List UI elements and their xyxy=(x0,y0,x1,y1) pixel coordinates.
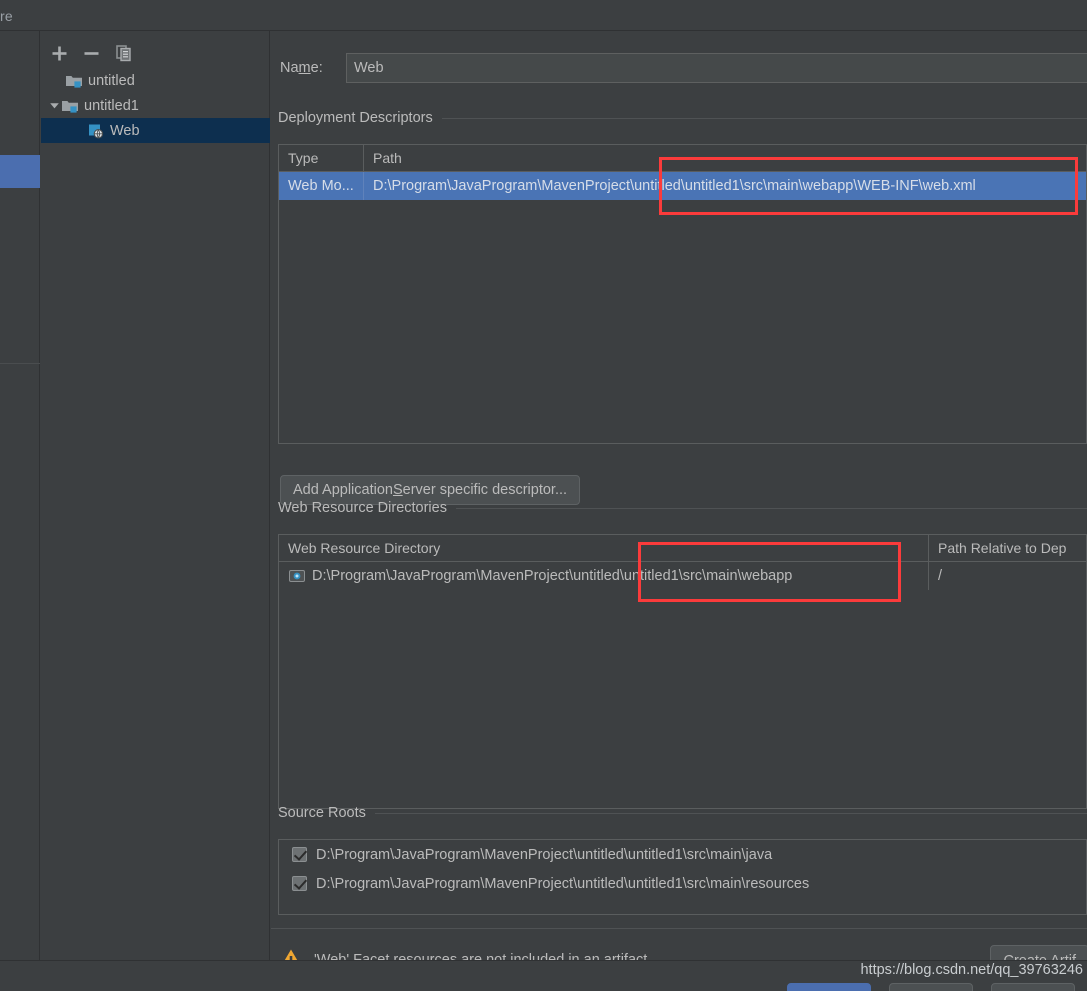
source-root-path: D:\Program\JavaProgram\MavenProject\unti… xyxy=(316,846,773,863)
watermark-url: https://blog.csdn.net/qq_39763246 xyxy=(860,962,1083,978)
facet-name-label: Name: xyxy=(280,60,323,76)
tree-item-web[interactable]: Web xyxy=(41,118,270,143)
group-title-text: Source Roots xyxy=(278,805,366,821)
cell-web-resource-directory: D:\Program\JavaProgram\MavenProject\unti… xyxy=(279,562,929,590)
facets-tree-panel: untitled untitled1 Web xyxy=(41,31,270,991)
tree-item-label: Web xyxy=(110,122,140,139)
column-header-type[interactable]: Type xyxy=(279,145,364,171)
project-structure-dialog: re untitled untitled1 Web Name: Web Depl… xyxy=(0,0,1087,991)
web-resource-directories-table[interactable]: Web Resource Directory Path Relative to … xyxy=(278,534,1087,809)
dialog-titlebar: re xyxy=(0,0,1087,31)
module-folder-icon xyxy=(61,97,79,115)
group-title-rule xyxy=(374,812,1087,814)
group-title-text: Deployment Descriptors xyxy=(278,110,433,126)
chevron-down-icon[interactable] xyxy=(47,93,61,118)
sidebar-selected-item[interactable] xyxy=(0,155,40,188)
facets-tree[interactable]: untitled untitled1 Web xyxy=(41,68,270,143)
minus-icon xyxy=(84,51,98,55)
table-row[interactable]: Web Mo... D:\Program\JavaProgram\MavenPr… xyxy=(279,172,1086,200)
source-root-row[interactable]: D:\Program\JavaProgram\MavenProject\unti… xyxy=(279,869,1086,898)
table-header: Web Resource Directory Path Relative to … xyxy=(279,535,1086,562)
table-header: Type Path xyxy=(279,145,1086,172)
copy-icon xyxy=(116,45,131,62)
source-root-checkbox[interactable] xyxy=(292,876,307,891)
facet-name-row: Name: xyxy=(280,52,1087,84)
cell-type: Web Mo... xyxy=(279,172,364,200)
plus-icon xyxy=(52,46,66,60)
dialog-title-fragment: re xyxy=(0,8,13,24)
source-roots-list[interactable]: D:\Program\JavaProgram\MavenProject\unti… xyxy=(278,839,1087,915)
remove-facet-button[interactable] xyxy=(79,41,103,65)
source-root-checkbox[interactable] xyxy=(292,847,307,862)
ok-button[interactable]: OK xyxy=(787,983,871,991)
web-facet-icon xyxy=(87,122,105,140)
source-root-path: D:\Program\JavaProgram\MavenProject\unti… xyxy=(316,875,810,892)
deployment-descriptors-group-title: Deployment Descriptors xyxy=(278,110,1087,126)
column-header-path[interactable]: Path xyxy=(364,145,1086,171)
source-root-row[interactable]: D:\Program\JavaProgram\MavenProject\unti… xyxy=(279,840,1086,869)
group-title-rule xyxy=(441,117,1087,119)
cell-text: D:\Program\JavaProgram\MavenProject\unti… xyxy=(312,568,793,584)
dialog-action-buttons: OK Cancel Apply xyxy=(787,983,1075,991)
tree-item-label: untitled xyxy=(88,72,135,89)
deployment-descriptors-table[interactable]: Type Path Web Mo... D:\Program\JavaProgr… xyxy=(278,144,1087,444)
column-header-path-relative-to-deployment-root[interactable]: Path Relative to Dep xyxy=(929,535,1086,561)
dialog-footer: https://blog.csdn.net/qq_39763246 OK Can… xyxy=(0,960,1087,991)
cell-path: D:\Program\JavaProgram\MavenProject\unti… xyxy=(373,178,976,194)
web-resource-folder-icon xyxy=(288,567,306,585)
column-header-web-resource-directory[interactable]: Web Resource Directory xyxy=(279,535,929,561)
apply-button[interactable]: Apply xyxy=(991,983,1075,991)
facet-editor-pane: Name: Deployment Descriptors Type Path W… xyxy=(271,31,1087,991)
tree-item-label: untitled1 xyxy=(84,97,139,114)
sidebar-separator xyxy=(0,363,40,364)
web-resource-directories-group-title: Web Resource Directories xyxy=(278,500,1087,516)
group-title-rule xyxy=(455,507,1087,509)
module-folder-icon xyxy=(65,72,83,90)
add-facet-button[interactable] xyxy=(47,41,71,65)
cancel-button[interactable]: Cancel xyxy=(889,983,973,991)
settings-categories-sidebar[interactable] xyxy=(0,31,40,991)
facets-toolbar xyxy=(41,38,270,68)
tree-item-untitled[interactable]: untitled xyxy=(41,68,270,93)
source-roots-group-title: Source Roots xyxy=(278,805,1087,821)
facet-name-input[interactable] xyxy=(346,53,1087,83)
cell-relative-path: / xyxy=(938,568,943,584)
copy-facet-button[interactable] xyxy=(112,41,136,65)
group-title-text: Web Resource Directories xyxy=(278,500,447,516)
tree-item-untitled1[interactable]: untitled1 xyxy=(41,93,270,118)
table-row[interactable]: D:\Program\JavaProgram\MavenProject\unti… xyxy=(279,562,1086,590)
